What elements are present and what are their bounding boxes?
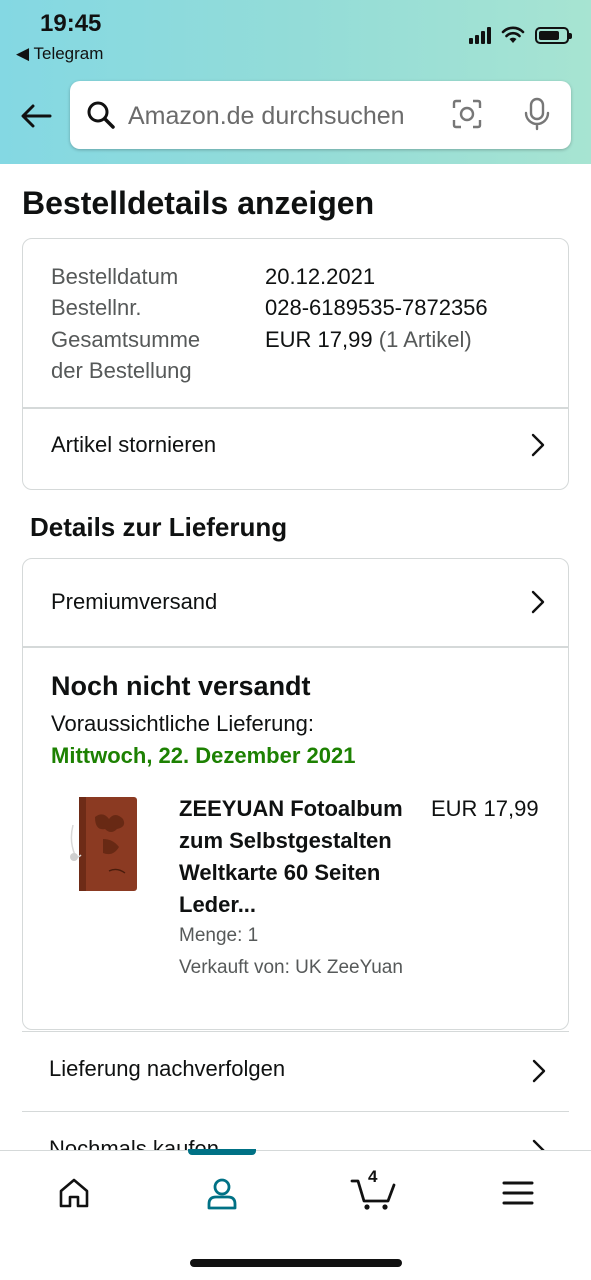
order-date-label: Bestelldatum — [51, 264, 179, 289]
status-icons — [469, 26, 572, 44]
order-total-label: Gesamtsumme — [51, 327, 201, 352]
product-title[interactable]: ZEEYUAN Fotoalbum zum Selbstgestalten We… — [179, 793, 419, 921]
search-icon — [87, 101, 115, 129]
search-box[interactable] — [70, 81, 571, 149]
menu-icon[interactable] — [498, 1173, 538, 1213]
order-date-value: 20.12.2021 — [265, 264, 376, 289]
camera-scan-icon[interactable] — [452, 99, 482, 129]
battery-icon — [535, 26, 572, 44]
back-to-telegram-link[interactable]: ◀ Telegram — [16, 44, 103, 64]
divider — [23, 407, 568, 409]
home-indicator — [190, 1259, 402, 1267]
order-total-label-line2: der Bestellung — [51, 358, 192, 383]
product-title-line: Weltkarte 60 Seiten — [179, 860, 381, 885]
shipment-status: Noch nicht versandt — [51, 671, 311, 701]
track-delivery-label: Lieferung nachverfolgen — [49, 1056, 286, 1081]
product-price: EUR 17,99 — [431, 796, 539, 821]
chevron-right-icon[interactable] — [530, 589, 546, 615]
cart-count-badge: 4 — [368, 1167, 378, 1186]
back-arrow-icon[interactable] — [18, 98, 54, 134]
product-seller: Verkauft von: UK ZeeYuan — [179, 957, 403, 978]
chevron-right-icon — [532, 1059, 546, 1083]
product-title-line: ZEEYUAN Fotoalbum — [179, 796, 403, 821]
microphone-icon[interactable] — [522, 97, 552, 131]
product-title-line: Leder... — [179, 892, 257, 917]
expected-delivery-date: Mittwoch, 22. Dezember 2021 — [51, 743, 356, 768]
divider — [23, 646, 568, 648]
delivery-card: Premiumversand Noch nicht versandt Vorau… — [22, 558, 569, 1030]
order-number-value: 028-6189535-7872356 — [265, 295, 488, 320]
order-number-label: Bestellnr. — [51, 295, 142, 320]
product-title-line: zum Selbstgestalten — [179, 828, 392, 853]
app-header: 19:45 ◀ Telegram — [0, 0, 591, 164]
status-time: 19:45 — [40, 10, 102, 37]
product-image[interactable] — [69, 795, 141, 895]
account-icon[interactable] — [202, 1173, 242, 1213]
page-title: Bestelldetails anzeigen — [22, 185, 375, 221]
home-icon[interactable] — [54, 1173, 94, 1213]
delivery-section-title: Details zur Lieferung — [30, 512, 288, 542]
cancel-items-link[interactable]: Artikel stornieren — [51, 432, 216, 458]
order-item-count: (1 Artikel) — [378, 327, 472, 352]
signal-icon — [469, 26, 491, 44]
chevron-right-icon[interactable] — [530, 432, 546, 458]
track-delivery-row[interactable]: Lieferung nachverfolgen — [22, 1031, 569, 1111]
shipping-method-link[interactable]: Premiumversand — [51, 589, 217, 615]
order-total-amount: EUR 17,99 — [265, 327, 373, 352]
wifi-icon — [501, 26, 525, 43]
order-summary-card: Bestelldatum 20.12.2021 Bestellnr. 028-6… — [22, 238, 569, 490]
product-quantity: Menge: 1 — [179, 925, 259, 946]
order-total-value: EUR 17,99 (1 Artikel) — [265, 324, 472, 356]
active-tab-indicator — [188, 1149, 256, 1155]
search-input[interactable] — [128, 99, 428, 133]
expected-delivery-label: Voraussichtliche Lieferung: — [51, 711, 314, 736]
